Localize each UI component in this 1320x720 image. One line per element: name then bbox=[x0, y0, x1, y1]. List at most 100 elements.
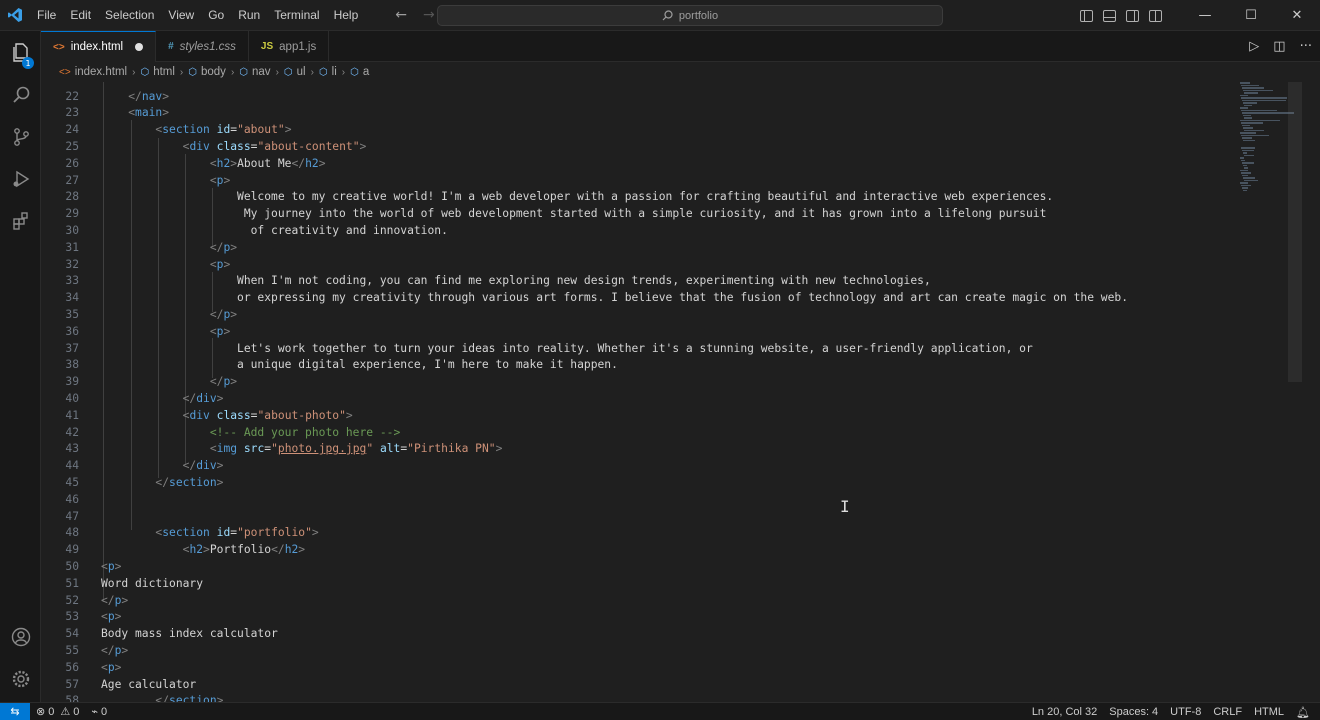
breadcrumb-item-file[interactable]: <> index.html bbox=[59, 66, 127, 78]
vertical-scrollbar[interactable] bbox=[1288, 82, 1302, 382]
code-line[interactable]: 24 <section id="about"> bbox=[41, 121, 1231, 138]
maximize-button[interactable]: ☐ bbox=[1228, 0, 1274, 31]
extensions-icon[interactable] bbox=[0, 201, 41, 241]
remote-indicator-icon[interactable]: ⇆ bbox=[0, 702, 30, 720]
chevron-right-icon: › bbox=[275, 66, 279, 78]
line-number: 24 bbox=[65, 123, 79, 137]
breadcrumb-item-ul[interactable]: ⬡ ul bbox=[284, 66, 306, 78]
breadcrumb-item-body[interactable]: ⬡ body bbox=[188, 66, 226, 78]
explorer-icon[interactable]: 1 bbox=[0, 33, 41, 73]
menu-run[interactable]: Run bbox=[231, 0, 267, 31]
run-debug-icon[interactable] bbox=[0, 159, 41, 199]
code-line[interactable]: 57 Age calculator bbox=[41, 676, 1231, 693]
more-actions-icon[interactable]: ··· bbox=[1300, 39, 1312, 54]
code-line[interactable]: 46 bbox=[41, 491, 1231, 508]
code-line[interactable]: 37 Let's work together to turn your idea… bbox=[41, 340, 1231, 357]
code-line[interactable]: 48 <section id="portfolio"> bbox=[41, 524, 1231, 541]
minimap-line bbox=[1242, 137, 1252, 139]
customize-layout-icon[interactable] bbox=[1149, 9, 1162, 22]
minimap-line bbox=[1243, 164, 1247, 166]
menu-view[interactable]: View bbox=[161, 0, 201, 31]
code-line[interactable]: 33 When I'm not coding, you can find me … bbox=[41, 272, 1231, 289]
toggle-secondary-sidebar-icon[interactable] bbox=[1126, 9, 1139, 22]
code-line[interactable]: 36 <p> bbox=[41, 323, 1231, 340]
code-line[interactable]: 35 </p> bbox=[41, 306, 1231, 323]
breadcrumb-item-li[interactable]: ⬡ li bbox=[319, 66, 337, 78]
end-of-line[interactable]: CRLF bbox=[1207, 706, 1248, 718]
back-arrow-icon[interactable]: ← bbox=[395, 7, 407, 23]
source-control-icon[interactable] bbox=[0, 117, 41, 157]
unsaved-dot-icon[interactable] bbox=[135, 43, 144, 51]
line-number: 57 bbox=[65, 677, 79, 691]
problems-indicator[interactable]: ⊗ 0 ⚠ 0 bbox=[30, 705, 85, 719]
toggle-panel-icon[interactable] bbox=[1103, 9, 1116, 22]
menu-edit[interactable]: Edit bbox=[63, 0, 98, 31]
code-line[interactable]: 43 <img src="photo.jpg.jpg" alt="Pirthik… bbox=[41, 440, 1231, 457]
tab-index-html[interactable]: <> index.html bbox=[41, 31, 157, 62]
code-line[interactable]: 54 Body mass index calculator bbox=[41, 625, 1231, 642]
code-line[interactable]: 52 </p> bbox=[41, 592, 1231, 609]
code-line[interactable]: 58 </section> bbox=[41, 692, 1231, 702]
code-line[interactable]: 47 bbox=[41, 508, 1231, 525]
account-icon[interactable] bbox=[0, 617, 41, 657]
run-file-icon[interactable]: ▷ bbox=[1249, 39, 1259, 54]
code-line[interactable]: 39 </p> bbox=[41, 373, 1231, 390]
code-editor[interactable]: 22 </nav> 23 <main> 24 <section id="about"… bbox=[41, 82, 1320, 702]
menu-file[interactable]: File bbox=[30, 0, 63, 31]
breadcrumb-item-nav[interactable]: ⬡ nav bbox=[239, 66, 270, 78]
minimize-button[interactable]: — bbox=[1182, 0, 1228, 31]
code-line[interactable]: 38 a unique digital experience, I'm here… bbox=[41, 356, 1231, 373]
ports-icon: ⌁ bbox=[91, 706, 98, 718]
breadcrumb-item-html[interactable]: ⬡ html bbox=[140, 66, 174, 78]
code-line[interactable]: 32 <p> bbox=[41, 256, 1231, 273]
line-number: 31 bbox=[65, 240, 79, 254]
code-line[interactable]: 34 or expressing my creativity through v… bbox=[41, 289, 1231, 306]
language-mode[interactable]: HTML bbox=[1248, 706, 1290, 718]
code-line[interactable]: 26 <h2>About Me</h2> bbox=[41, 155, 1231, 172]
settings-gear-icon[interactable] bbox=[0, 659, 41, 699]
close-button[interactable]: ✕ bbox=[1274, 0, 1320, 31]
code-line[interactable]: 31 </p> bbox=[41, 239, 1231, 256]
search-view-icon[interactable] bbox=[0, 75, 41, 115]
code-text: <p> bbox=[101, 610, 122, 624]
code-line[interactable]: 28 Welcome to my creative world! I'm a w… bbox=[41, 188, 1231, 205]
indentation[interactable]: Spaces: 4 bbox=[1103, 706, 1164, 718]
breadcrumb-item-a[interactable]: ⬡ a bbox=[350, 66, 369, 78]
cursor-position[interactable]: Ln 20, Col 32 bbox=[1026, 706, 1103, 718]
code-line[interactable]: 50 <p> bbox=[41, 558, 1231, 575]
notifications-bell-icon[interactable]: 🔔︎ bbox=[1290, 706, 1316, 719]
minimap-line bbox=[1240, 169, 1248, 171]
code-line[interactable]: 44 </div> bbox=[41, 457, 1231, 474]
encoding[interactable]: UTF-8 bbox=[1164, 706, 1207, 718]
code-line[interactable]: 49 <h2>Portfolio</h2> bbox=[41, 541, 1231, 558]
split-editor-icon[interactable]: ◫ bbox=[1273, 39, 1285, 54]
code-line[interactable]: 45 </section> bbox=[41, 474, 1231, 491]
forward-arrow-icon[interactable]: → bbox=[423, 7, 435, 23]
code-line[interactable]: 55 </p> bbox=[41, 642, 1231, 659]
code-line[interactable]: 56 <p> bbox=[41, 659, 1231, 676]
tab-app1-js[interactable]: JS app1.js bbox=[249, 31, 330, 62]
status-right: Ln 20, Col 32 Spaces: 4 UTF-8 CRLF HTML … bbox=[1026, 703, 1316, 720]
code-line[interactable]: 42 <!-- Add your photo here --> bbox=[41, 424, 1231, 441]
command-center-search[interactable]: portfolio bbox=[437, 5, 943, 26]
minimap-line bbox=[1240, 182, 1248, 184]
menu-selection[interactable]: Selection bbox=[98, 0, 161, 31]
breadcrumb-label: nav bbox=[252, 66, 271, 78]
minimap[interactable] bbox=[1236, 82, 1296, 202]
menu-go[interactable]: Go bbox=[201, 0, 231, 31]
code-line[interactable]: 30 of creativity and innovation. bbox=[41, 222, 1231, 239]
code-line[interactable]: 41 <div class="about-photo"> bbox=[41, 407, 1231, 424]
menu-help[interactable]: Help bbox=[327, 0, 366, 31]
tab-styles1-css[interactable]: # styles1.css bbox=[156, 31, 249, 62]
code-line[interactable]: 51 Word dictionary bbox=[41, 575, 1231, 592]
code-line[interactable]: 25 <div class="about-content"> bbox=[41, 138, 1231, 155]
code-line[interactable]: 23 <main> bbox=[41, 104, 1231, 121]
code-line[interactable]: 29 My journey into the world of web deve… bbox=[41, 205, 1231, 222]
code-line[interactable]: 40 </div> bbox=[41, 390, 1231, 407]
toggle-primary-sidebar-icon[interactable] bbox=[1080, 9, 1093, 22]
code-line[interactable]: 27 <p> bbox=[41, 172, 1231, 189]
ports-indicator[interactable]: ⌁ 0 bbox=[85, 705, 113, 719]
code-line[interactable]: 22 </nav> bbox=[41, 88, 1231, 105]
code-line[interactable]: 53 <p> bbox=[41, 608, 1231, 625]
menu-terminal[interactable]: Terminal bbox=[267, 0, 326, 31]
